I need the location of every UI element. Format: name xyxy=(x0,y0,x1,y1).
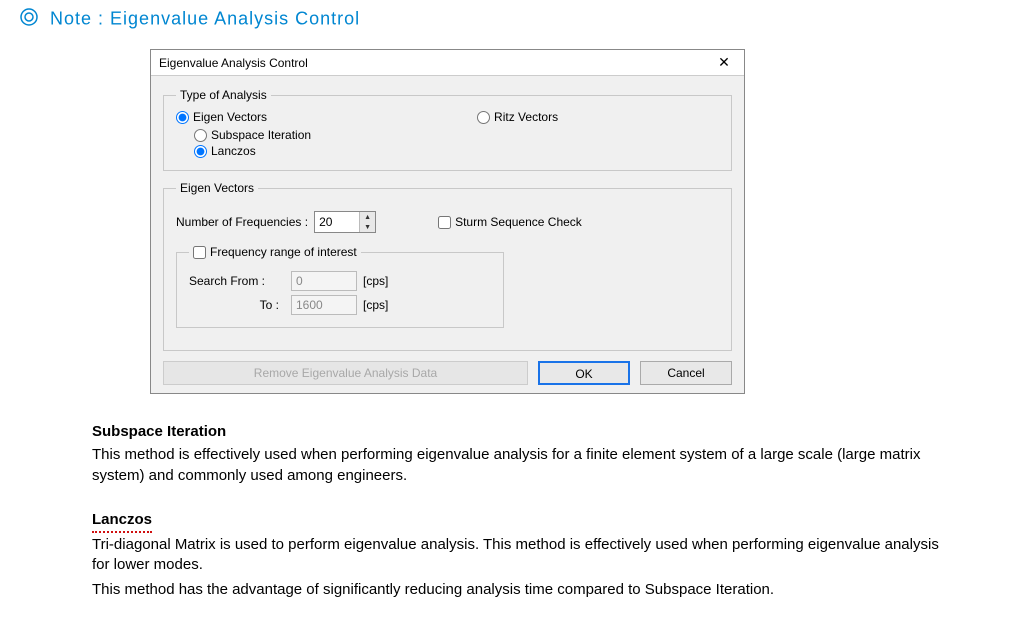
subspace-paragraph: This method is effectively used when per… xyxy=(92,445,948,486)
note-title: Note : Eigenvalue Analysis Control xyxy=(50,8,360,28)
subspace-heading: Subspace Iteration xyxy=(92,422,948,442)
sturm-label: Sturm Sequence Check xyxy=(455,215,582,229)
eigen-vectors-group: Eigen Vectors Number of Frequencies : ▲ … xyxy=(163,181,732,351)
dialog-title: Eigenvalue Analysis Control xyxy=(159,56,308,70)
radio-lanczos-input[interactable] xyxy=(194,145,207,158)
radio-subspace-iteration[interactable]: Subspace Iteration xyxy=(194,128,719,142)
titlebar: Eigenvalue Analysis Control ✕ xyxy=(151,50,744,76)
unit-to: [cps] xyxy=(363,298,388,312)
radio-subspace-iteration-input[interactable] xyxy=(194,129,207,142)
unit-from: [cps] xyxy=(363,274,388,288)
radio-subspace-iteration-label: Subspace Iteration xyxy=(211,128,311,142)
freq-range-legend: Frequency range of interest xyxy=(210,245,357,259)
close-icon[interactable]: ✕ xyxy=(710,53,738,73)
spinner-up-icon[interactable]: ▲ xyxy=(360,212,375,222)
sturm-checkbox-input[interactable] xyxy=(438,216,451,229)
type-of-analysis-legend: Type of Analysis xyxy=(176,88,271,102)
eigenvalue-dialog: Eigenvalue Analysis Control ✕ Type of An… xyxy=(150,49,745,394)
note-header: Note : Eigenvalue Analysis Control xyxy=(20,8,1008,31)
freq-range-checkbox-input[interactable] xyxy=(193,246,206,259)
spinner-down-icon[interactable]: ▼ xyxy=(360,222,375,232)
radio-lanczos-label: Lanczos xyxy=(211,144,256,158)
cancel-button[interactable]: Cancel xyxy=(640,361,732,385)
sturm-check[interactable]: Sturm Sequence Check xyxy=(438,215,582,229)
radio-lanczos[interactable]: Lanczos xyxy=(194,144,719,158)
explanation-text: Subspace Iteration This method is effect… xyxy=(92,422,948,600)
freq-range-check[interactable]: Frequency range of interest xyxy=(193,245,357,259)
remove-eigenvalue-button: Remove Eigenvalue Analysis Data xyxy=(163,361,528,385)
radio-ritz-vectors-input[interactable] xyxy=(477,111,490,124)
spinner-buttons[interactable]: ▲ ▼ xyxy=(359,212,375,232)
bullseye-icon xyxy=(20,8,38,31)
radio-eigen-vectors[interactable]: Eigen Vectors xyxy=(176,110,267,124)
radio-eigen-vectors-input[interactable] xyxy=(176,111,189,124)
search-from-input xyxy=(291,271,357,291)
search-to-input xyxy=(291,295,357,315)
lanczos-heading: Lanczos xyxy=(92,510,152,533)
radio-ritz-vectors[interactable]: Ritz Vectors xyxy=(477,110,558,124)
lanczos-paragraph-1: Tri-diagonal Matrix is used to perform e… xyxy=(92,535,948,576)
search-to-label: To : xyxy=(189,298,285,312)
num-freq-label: Number of Frequencies : xyxy=(176,215,308,229)
radio-eigen-vectors-label: Eigen Vectors xyxy=(193,110,267,124)
eigen-vectors-legend: Eigen Vectors xyxy=(176,181,258,195)
search-from-label: Search From : xyxy=(189,274,285,288)
freq-range-group: Frequency range of interest Search From … xyxy=(176,245,504,328)
ok-button[interactable]: OK xyxy=(538,361,630,385)
lanczos-paragraph-2: This method has the advantage of signifi… xyxy=(92,580,948,600)
radio-ritz-vectors-label: Ritz Vectors xyxy=(494,110,558,124)
type-of-analysis-group: Type of Analysis Eigen Vectors Ritz Vect… xyxy=(163,88,732,171)
